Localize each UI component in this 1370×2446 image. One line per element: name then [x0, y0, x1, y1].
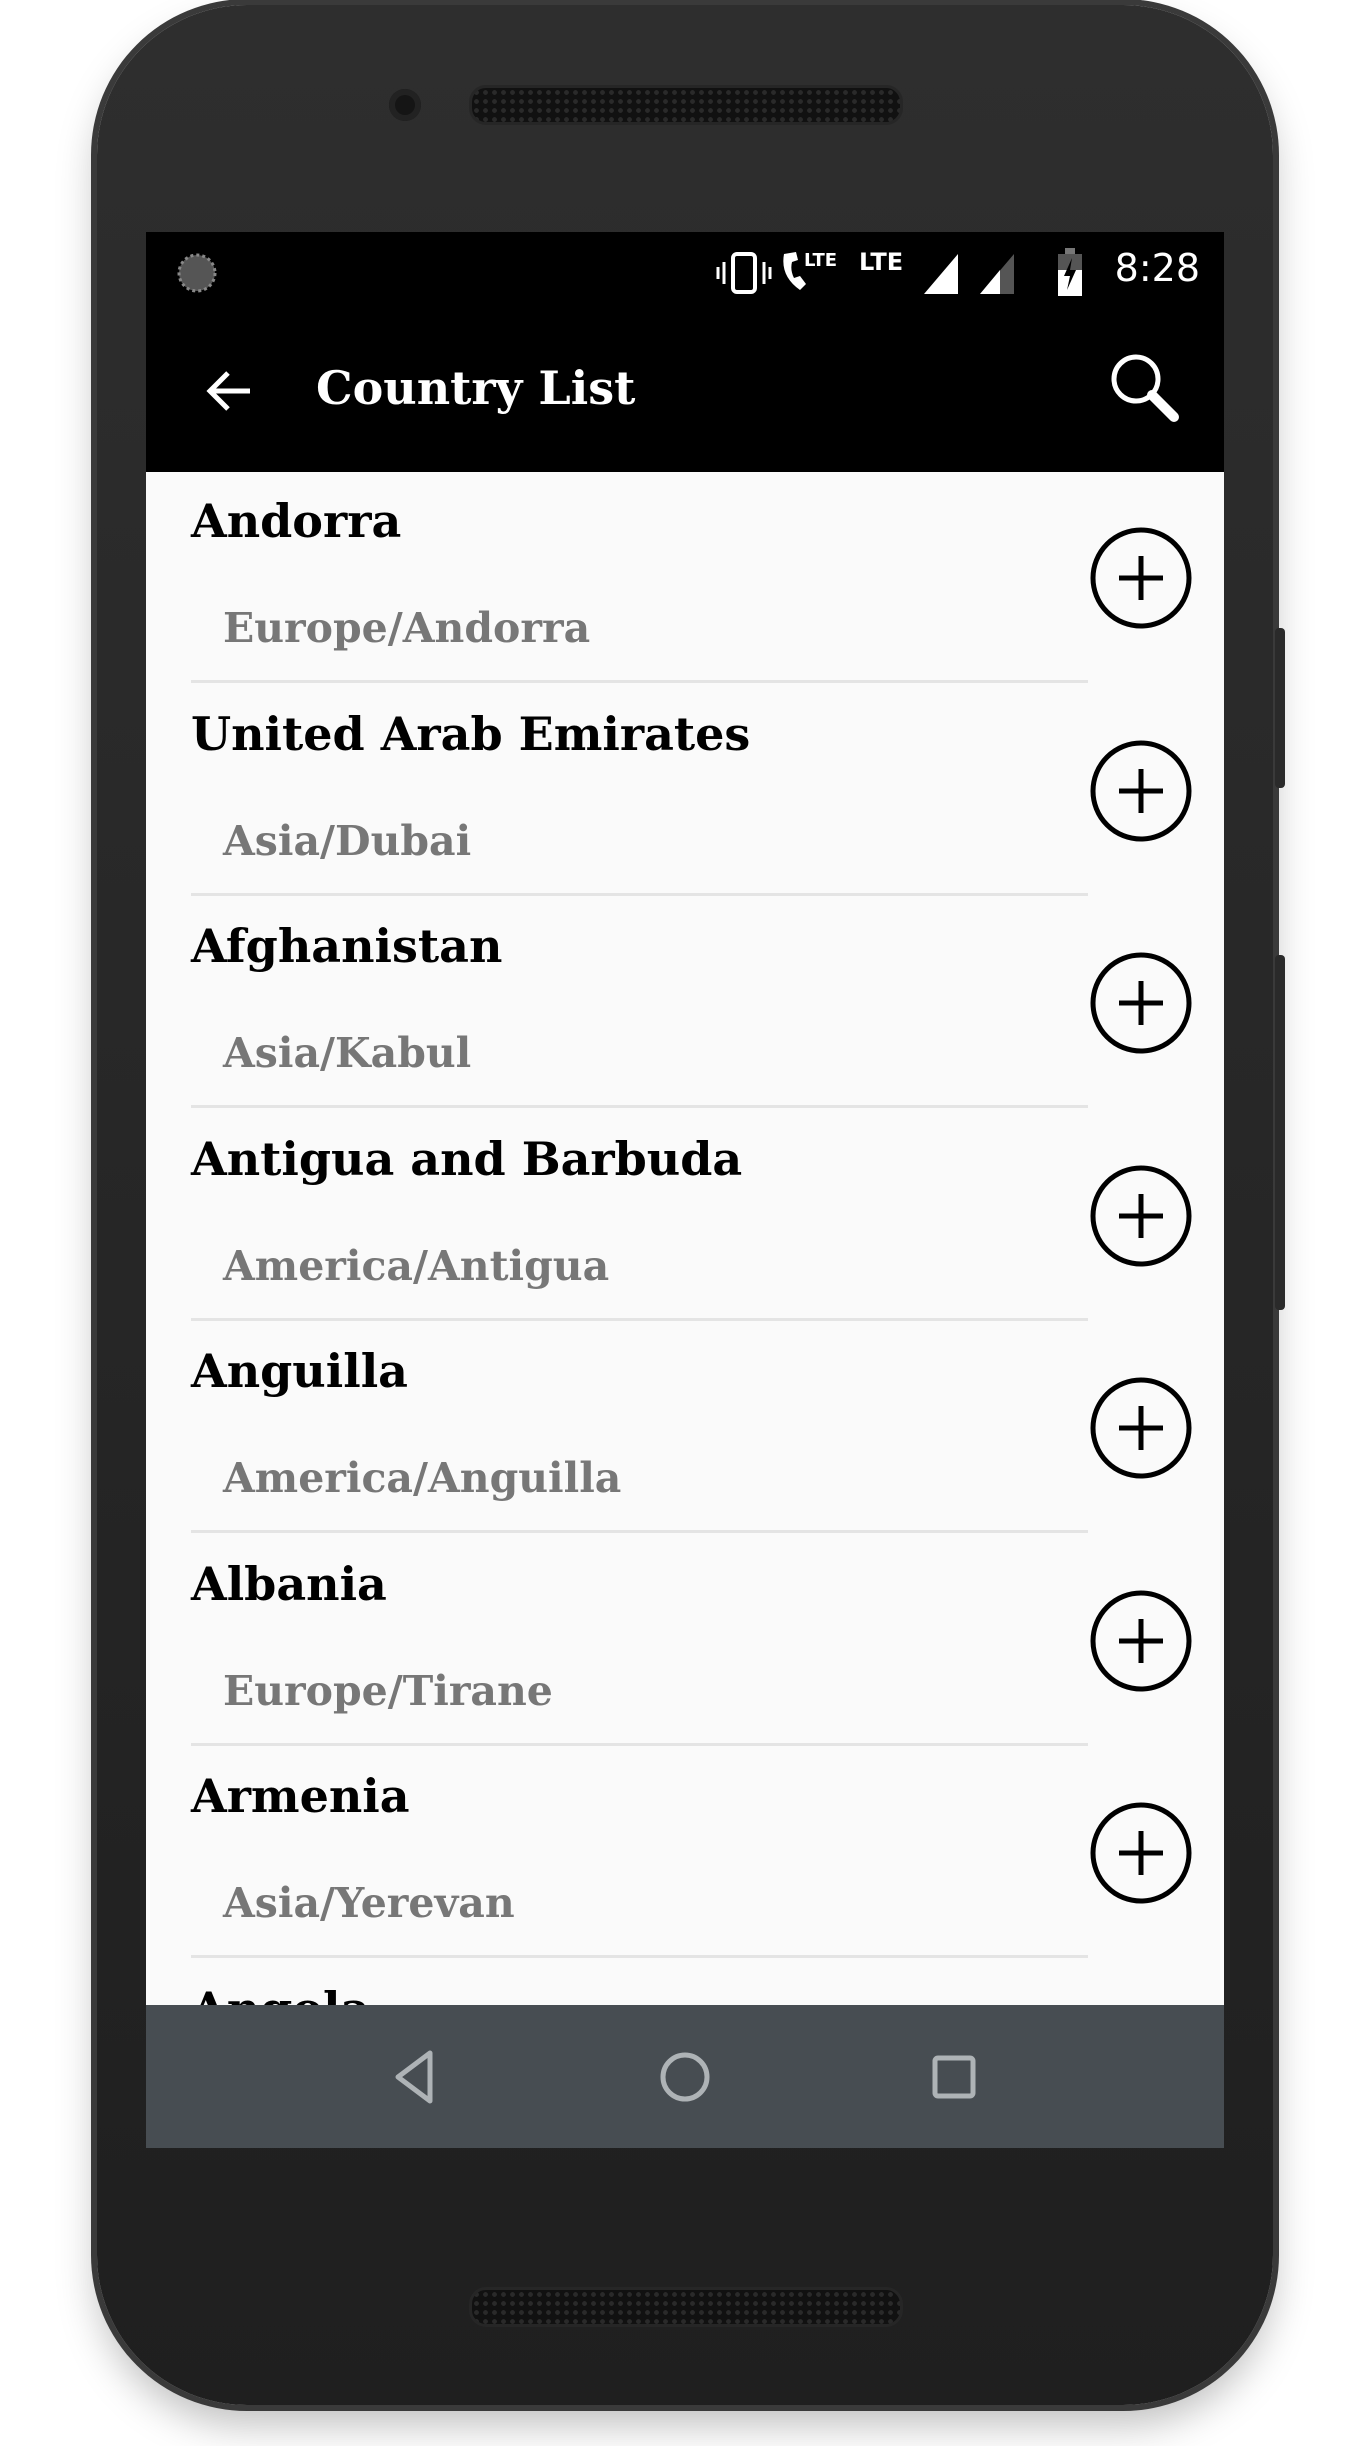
plus-circle-icon [1090, 1590, 1192, 1691]
country-timezone: Asia/Kabul [223, 1029, 472, 1077]
power-button[interactable] [1275, 628, 1285, 788]
clock: 8:28 [1114, 246, 1200, 290]
country-list-item[interactable]: Angola [146, 1960, 1224, 2006]
add-button[interactable] [1089, 1589, 1193, 1693]
country-name: United Arab Emirates [191, 706, 751, 761]
country-name: Armenia [191, 1769, 410, 1823]
plus-circle-icon [1090, 740, 1192, 841]
recents-square-icon[interactable] [922, 2045, 986, 2109]
add-button[interactable] [1089, 951, 1193, 1055]
lte-call-icon: LTE [783, 250, 837, 290]
screen: LTE LTE 8:28 Country List Andorra Europe/… [146, 232, 1224, 2148]
add-button[interactable] [1089, 739, 1193, 843]
country-list-item[interactable]: Albania Europe/Tirane [146, 1535, 1224, 1747]
divider [191, 1105, 1088, 1108]
country-list-item[interactable]: United Arab Emirates Asia/Dubai [146, 685, 1224, 897]
divider [191, 1955, 1088, 1958]
back-triangle-icon[interactable] [384, 2045, 448, 2109]
add-button[interactable] [1089, 526, 1193, 630]
country-name: Albania [191, 1556, 387, 1611]
country-list-item[interactable]: Antigua and Barbuda America/Antigua [146, 1110, 1224, 1322]
home-circle-icon[interactable] [653, 2045, 717, 2109]
divider [191, 892, 1088, 896]
app-toolbar: Country List [146, 311, 1224, 472]
top-speaker [469, 85, 903, 125]
add-button[interactable] [1089, 1376, 1193, 1480]
divider [191, 1742, 1088, 1746]
country-timezone: Europe/Tirane [223, 1666, 553, 1715]
country-name: Anguilla [191, 1344, 408, 1398]
country-timezone: America/Antigua [223, 1241, 610, 1290]
divider [191, 1317, 1088, 1321]
plus-circle-icon [1090, 1165, 1192, 1266]
country-timezone: America/Anguilla [223, 1454, 622, 1502]
country-list-item[interactable]: Andorra Europe/Andorra [146, 472, 1224, 684]
svg-text:LTE: LTE [804, 250, 837, 271]
lte-label: LTE [859, 248, 904, 276]
country-name: Antigua and Barbuda [191, 1131, 743, 1186]
divider [191, 680, 1088, 683]
navigation-bar [146, 2005, 1224, 2148]
country-name: Afghanistan [191, 919, 503, 973]
status-bar: LTE LTE 8:28 [146, 232, 1224, 311]
plus-circle-icon [1090, 527, 1192, 629]
front-camera [389, 89, 421, 121]
signal-partial-icon [980, 254, 1014, 294]
arrow-left-icon[interactable] [202, 363, 258, 419]
volume-button[interactable] [1275, 955, 1285, 1310]
country-list-item[interactable]: Afghanistan Asia/Kabul [146, 897, 1224, 1109]
vibrate-icon [716, 252, 772, 294]
plus-circle-icon [1090, 952, 1192, 1054]
signal-full-icon [924, 254, 958, 294]
battery-charging-icon [1058, 248, 1082, 296]
country-timezone: Asia/Yerevan [223, 1879, 515, 1927]
country-name: Angola [191, 1982, 370, 2006]
country-list-item[interactable]: Armenia Asia/Yerevan [146, 1747, 1224, 1959]
country-timezone: Asia/Dubai [223, 816, 472, 865]
bottom-speaker [469, 2287, 903, 2327]
plus-circle-icon [1090, 1802, 1192, 1904]
plus-circle-icon [1090, 1377, 1192, 1479]
sync-icon [177, 253, 217, 293]
search-icon[interactable] [1106, 349, 1186, 429]
add-button[interactable] [1089, 1801, 1193, 1905]
country-list: Andorra Europe/Andorra United Arab Emirate… [146, 472, 1224, 2005]
country-list-item[interactable]: Anguilla America/Anguilla [146, 1322, 1224, 1534]
add-button[interactable] [1089, 1164, 1193, 1268]
country-timezone: Europe/Andorra [223, 604, 591, 652]
page-title: Country List [316, 361, 636, 415]
country-name: Andorra [191, 494, 402, 548]
divider [191, 1530, 1088, 1533]
